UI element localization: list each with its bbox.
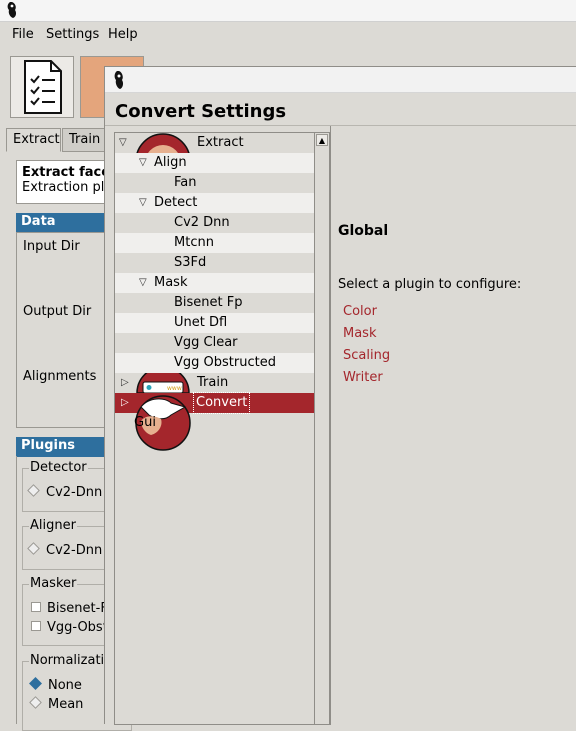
tree-item-s3fd[interactable]: S3Fd [115,253,314,273]
collapsed-arrow-icon: ▷ [121,377,129,388]
normalization-option-label: Mean [48,697,84,712]
normalization-option[interactable]: None [29,677,82,693]
radio-icon [29,696,42,709]
menubar: File Settings Help [0,22,576,50]
tree-item-label: Unet Dfl [174,315,228,330]
input-dir-label: Input Dir [23,239,80,254]
normalization-legend: Normalizatio [29,653,114,668]
convert-settings-dialog: Convert Settings ▽ Extract ▽ Align Fan ▽… [104,66,576,725]
tree-item-label: Convert [192,392,251,414]
tree-item-extract[interactable]: ▽ Extract [115,133,314,153]
expanded-arrow-icon: ▽ [139,277,147,288]
tree-item-vgg-obstructed[interactable]: Vgg Obstructed [115,353,314,373]
aligner-option-label: Cv2-Dnn [46,543,103,558]
plugin-link-scaling[interactable]: Scaling [343,348,390,363]
new-config-button[interactable] [10,56,74,118]
tree-item-label: Cv2 Dnn [174,215,230,230]
normalization-option[interactable]: Mean [29,696,84,712]
main-window-titlebar [0,0,576,22]
detector-option[interactable]: Cv2-Dnn [27,484,103,500]
normalization-option-label: None [48,678,82,693]
masker-option[interactable]: Vgg-Obstr [31,620,113,635]
app-logo-icon [114,71,124,89]
menu-help[interactable]: Help [108,27,138,42]
settings-tree[interactable]: ▽ Extract ▽ Align Fan ▽ Detect Cv2 Dnn M… [114,132,315,725]
menu-settings[interactable]: Settings [46,27,99,42]
tree-item-label: Gui [134,415,156,430]
document-checklist-icon [24,60,62,114]
radio-icon [27,542,40,555]
masker-legend: Masker [29,576,78,591]
tree-item-mask[interactable]: ▽ Mask [115,273,314,293]
radio-icon [27,484,40,497]
dialog-title: Convert Settings [115,101,287,122]
radio-selected-icon [29,677,42,690]
tree-item-label: Train [197,375,229,390]
tab-extract[interactable]: Extract [6,128,61,152]
detector-legend: Detector [29,460,88,475]
output-dir-label: Output Dir [23,304,92,319]
plugin-link-mask[interactable]: Mask [343,326,376,341]
tree-item-detect[interactable]: ▽ Detect [115,193,314,213]
tree-item-label: Mask [154,275,188,290]
tree-item-gui[interactable]: Gui [115,413,314,433]
tree-item-label: Mtcnn [174,235,214,250]
tree-scrollbar[interactable]: ▲ [315,132,330,725]
svg-text:www: www [167,385,182,392]
tree-item-label: Detect [154,195,198,210]
tree-item-label: Vgg Obstructed [174,355,276,370]
train-icon: www [136,373,190,393]
dialog-titlebar [105,67,576,93]
tree-item-label: Extract [197,135,244,150]
tree-item-label: Align [154,155,187,170]
expanded-arrow-icon: ▽ [119,137,127,148]
settings-detail-pane: Global Select a plugin to configure: Col… [330,126,576,725]
tree-item-align[interactable]: ▽ Align [115,153,314,173]
checkbox-icon [31,602,41,612]
plugin-link-color[interactable]: Color [343,304,377,319]
expanded-arrow-icon: ▽ [139,157,147,168]
expanded-arrow-icon: ▽ [139,197,147,208]
tree-item-bisenet-fp[interactable]: Bisenet Fp [115,293,314,313]
checkbox-icon [31,621,41,631]
tree-item-label: Fan [174,175,197,190]
tree-item-cv2-dnn[interactable]: Cv2 Dnn [115,213,314,233]
tree-item-label: S3Fd [174,255,207,270]
tree-item-fan[interactable]: Fan [115,173,314,193]
aligner-option[interactable]: Cv2-Dnn [27,542,103,558]
tree-item-vgg-clear[interactable]: Vgg Clear [115,333,314,353]
aligner-legend: Aligner [29,518,77,533]
select-plugin-prompt: Select a plugin to configure: [338,277,522,292]
tree-item-mtcnn[interactable]: Mtcnn [115,233,314,253]
collapsed-arrow-icon: ▷ [121,397,129,408]
app-logo-icon [7,2,17,18]
scroll-up-arrow-icon[interactable]: ▲ [316,134,328,146]
tree-item-unet-dfl[interactable]: Unet Dfl [115,313,314,333]
menu-file[interactable]: File [12,27,34,42]
alignments-label: Alignments [23,369,97,384]
tab-train[interactable]: Train [62,128,107,152]
section-heading: Global [338,223,389,239]
plugin-link-writer[interactable]: Writer [343,370,383,385]
tree-item-label: Vgg Clear [174,335,238,350]
tree-item-label: Bisenet Fp [174,295,243,310]
detector-option-label: Cv2-Dnn [46,485,103,500]
